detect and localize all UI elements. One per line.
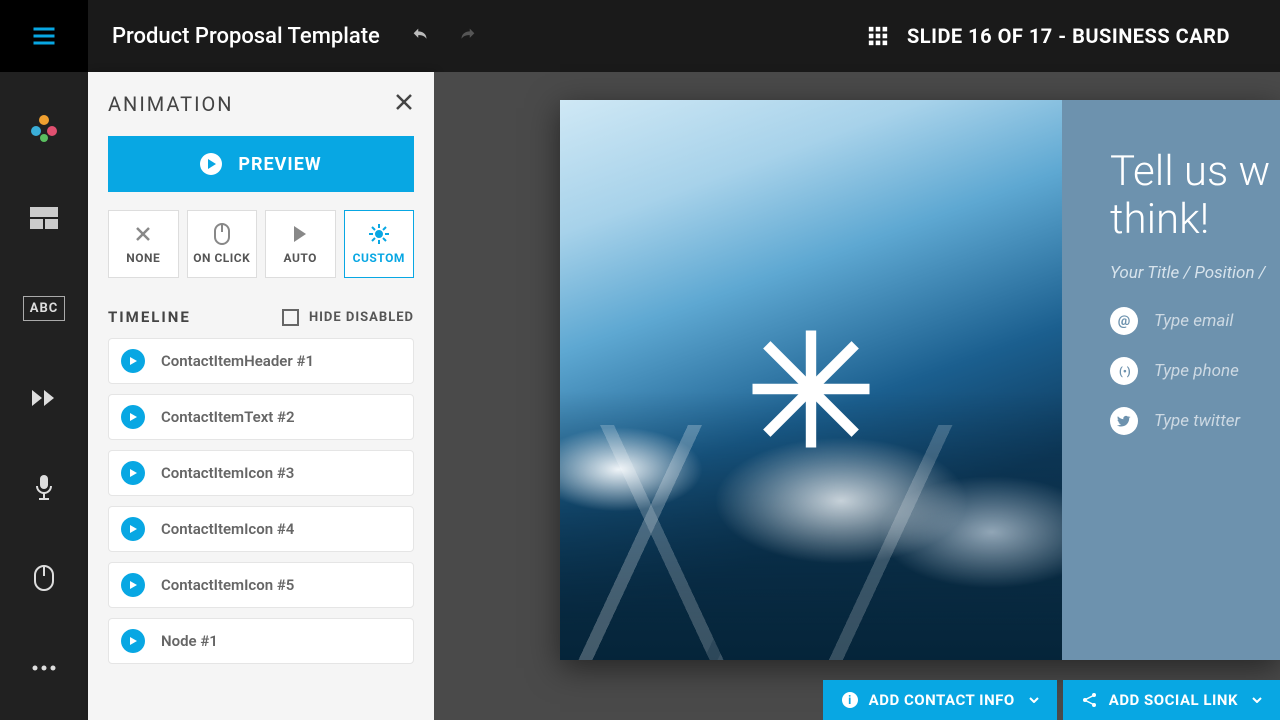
- mode-label: NONE: [126, 251, 160, 265]
- mouse-icon: [214, 223, 230, 245]
- timeline-item-label: ContactItemIcon #3: [161, 464, 294, 482]
- at-icon: @: [1110, 307, 1138, 335]
- play-icon: [121, 573, 145, 597]
- document-title[interactable]: Product Proposal Template: [112, 24, 380, 49]
- twitter-icon: [1110, 407, 1138, 435]
- play-icon: [121, 405, 145, 429]
- rail-shapes[interactable]: [24, 108, 64, 148]
- contact-phone[interactable]: (•) Type phone: [1110, 357, 1280, 385]
- timeline-title: TIMELINE: [108, 308, 191, 326]
- rail-text[interactable]: ABC: [24, 288, 64, 328]
- mode-label: AUTO: [284, 251, 317, 265]
- timeline-item-label: Node #1: [161, 632, 218, 650]
- x-icon: [134, 225, 152, 243]
- timeline-item[interactable]: ContactItemHeader #1: [108, 338, 414, 384]
- undo-icon[interactable]: [410, 25, 432, 47]
- rail-audio[interactable]: [24, 468, 64, 508]
- slide-info[interactable]: SLIDE 16 OF 17 - BUSINESS CARD: [867, 0, 1230, 72]
- preview-button[interactable]: PREVIEW: [108, 136, 414, 192]
- phone-icon: (•): [1110, 357, 1138, 385]
- email-placeholder: Type email: [1154, 311, 1233, 331]
- mode-custom[interactable]: CUSTOM: [344, 210, 415, 278]
- mode-none[interactable]: NONE: [108, 210, 179, 278]
- checkbox-icon: [282, 309, 299, 326]
- redo-icon[interactable]: [456, 25, 478, 47]
- skip-forward-icon: [30, 388, 58, 408]
- mouse-icon: [33, 564, 55, 592]
- mode-label: ON CLICK: [193, 251, 250, 265]
- contact-email[interactable]: @ Type email: [1110, 307, 1280, 335]
- asterisk-icon: [746, 324, 876, 458]
- animation-panel: ANIMATION PREVIEW NONE ON CLICK AUTO CUS…: [88, 72, 434, 720]
- rail-animation[interactable]: [24, 378, 64, 418]
- close-icon: [394, 92, 414, 112]
- rail-more[interactable]: [24, 648, 64, 688]
- play-icon: [292, 225, 308, 243]
- hide-disabled-label: HIDE DISABLED: [309, 310, 414, 325]
- panel-title: ANIMATION: [108, 92, 234, 116]
- timeline-item[interactable]: ContactItemText #2: [108, 394, 414, 440]
- panel-close-button[interactable]: [394, 92, 414, 116]
- timeline-item-label: ContactItemText #2: [161, 408, 295, 426]
- play-circle-icon: [200, 153, 222, 175]
- twitter-placeholder: Type twitter: [1154, 411, 1240, 431]
- timeline-item-label: ContactItemIcon #5: [161, 576, 294, 594]
- play-icon: [121, 349, 145, 373]
- microphone-icon: [34, 474, 54, 502]
- slide[interactable]: Tell us wthink! Your Title / Position / …: [560, 100, 1280, 660]
- slide-headline[interactable]: Tell us wthink!: [1110, 148, 1280, 245]
- canvas-area: Tell us wthink! Your Title / Position / …: [434, 72, 1280, 720]
- timeline-item[interactable]: ContactItemIcon #5: [108, 562, 414, 608]
- slides-grid-icon: [867, 25, 889, 47]
- play-icon: [121, 517, 145, 541]
- svg-text:(•): (•): [1119, 365, 1131, 378]
- menu-button[interactable]: [0, 0, 88, 72]
- slide-info-text: SLIDE 16 OF 17 - BUSINESS CARD: [907, 24, 1230, 48]
- animation-mode-row: NONE ON CLICK AUTO CUSTOM: [88, 210, 434, 278]
- preview-label: PREVIEW: [238, 154, 321, 175]
- slide-actions: i ADD CONTACT INFO ADD SOCIAL LINK: [434, 680, 1280, 720]
- shapes-icon: [29, 113, 59, 143]
- contact-twitter[interactable]: Type twitter: [1110, 407, 1280, 435]
- phone-placeholder: Type phone: [1154, 361, 1239, 381]
- title-area: Product Proposal Template: [88, 24, 478, 49]
- add-social-label: ADD SOCIAL LINK: [1109, 691, 1238, 709]
- top-bar: Product Proposal Template SLIDE 16 OF 17…: [0, 0, 1280, 72]
- timeline-item-label: ContactItemHeader #1: [161, 352, 314, 370]
- timeline-item[interactable]: ContactItemIcon #4: [108, 506, 414, 552]
- svg-text:@: @: [1118, 313, 1131, 329]
- play-icon: [121, 461, 145, 485]
- info-icon: i: [841, 691, 859, 709]
- mode-on-click[interactable]: ON CLICK: [187, 210, 258, 278]
- layout-icon: [30, 207, 58, 229]
- share-icon: [1081, 691, 1099, 709]
- slide-subtitle[interactable]: Your Title / Position /: [1110, 263, 1280, 283]
- timeline-item-label: ContactItemIcon #4: [161, 520, 294, 538]
- chevron-down-icon: [1029, 697, 1039, 703]
- left-rail: ABC: [0, 72, 88, 720]
- chevron-down-icon: [1252, 697, 1262, 703]
- hide-disabled-toggle[interactable]: HIDE DISABLED: [282, 309, 414, 326]
- rail-layout[interactable]: [24, 198, 64, 238]
- undo-redo-group: [410, 25, 478, 47]
- abc-icon: ABC: [23, 296, 66, 321]
- svg-text:i: i: [848, 693, 852, 707]
- contacts-list: @ Type email (•) Type phone Type twitter: [1110, 307, 1280, 435]
- mode-auto[interactable]: AUTO: [265, 210, 336, 278]
- hamburger-icon: [30, 22, 58, 50]
- timeline-list: ContactItemHeader #1 ContactItemText #2 …: [88, 338, 434, 664]
- mode-label: CUSTOM: [353, 251, 405, 265]
- add-social-button[interactable]: ADD SOCIAL LINK: [1063, 680, 1280, 720]
- timeline-item[interactable]: Node #1: [108, 618, 414, 664]
- play-icon: [121, 629, 145, 653]
- rail-interaction[interactable]: [24, 558, 64, 598]
- ellipsis-icon: [31, 664, 57, 672]
- slide-image[interactable]: [560, 100, 1062, 660]
- gear-icon: [368, 223, 390, 245]
- add-contact-label: ADD CONTACT INFO: [869, 691, 1015, 709]
- timeline-item[interactable]: ContactItemIcon #3: [108, 450, 414, 496]
- slide-content[interactable]: Tell us wthink! Your Title / Position / …: [1062, 100, 1280, 660]
- add-contact-button[interactable]: i ADD CONTACT INFO: [823, 680, 1057, 720]
